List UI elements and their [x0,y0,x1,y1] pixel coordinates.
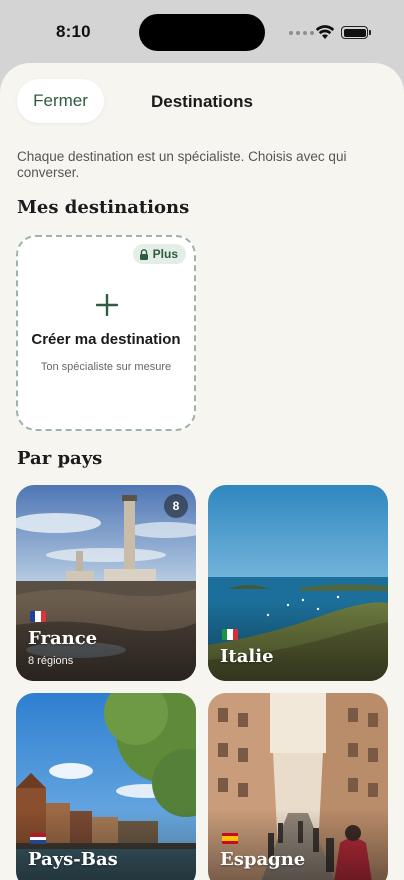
plus-badge-label: Plus [152,247,178,261]
netherlands-flag-icon [30,833,46,844]
sheet-title: Destinations [150,92,254,111]
spain-flag-icon [222,833,238,844]
intro-text: Chaque destination est un spécialiste. C… [17,149,347,180]
card-shade [208,601,388,681]
cellular-signal-icon [289,31,314,35]
destinations-sheet: Fermer Destinations Chaque destination e… [0,63,404,880]
plus-badge: Plus [132,244,186,264]
country-name-pays-bas: Pays-Bas [28,849,118,870]
france-flag-icon [30,611,46,622]
region-count-badge: 8 [164,494,188,518]
lock-icon [139,248,148,260]
status-bar: 8:10 [0,0,404,64]
country-card-italie[interactable]: Italie [208,485,388,681]
create-destination-title: Créer ma destination [31,331,181,348]
section-heading-par-pays: Par pays [17,448,103,469]
battery-icon [341,26,371,39]
country-card-pays-bas[interactable]: Pays-Bas [16,693,196,880]
plus-icon [96,294,118,316]
country-name-italie: Italie [220,646,274,667]
country-regions-france: 8 régions [28,655,74,667]
country-name-espagne: Espagne [220,849,306,870]
country-card-espagne[interactable]: Espagne [208,693,388,880]
italy-flag-icon [222,629,238,640]
create-destination-card[interactable]: Plus Créer ma destination Ton spécialist… [16,235,196,431]
dynamic-island [139,14,265,51]
country-name-france: France [28,628,98,649]
section-heading-mes-destinations: Mes destinations [17,197,190,218]
status-time: 8:10 [56,22,91,41]
wifi-icon [315,25,335,39]
country-card-france[interactable]: 8 France 8 régions [16,485,196,681]
create-destination-subtitle: Ton spécialiste sur mesure [40,361,172,373]
